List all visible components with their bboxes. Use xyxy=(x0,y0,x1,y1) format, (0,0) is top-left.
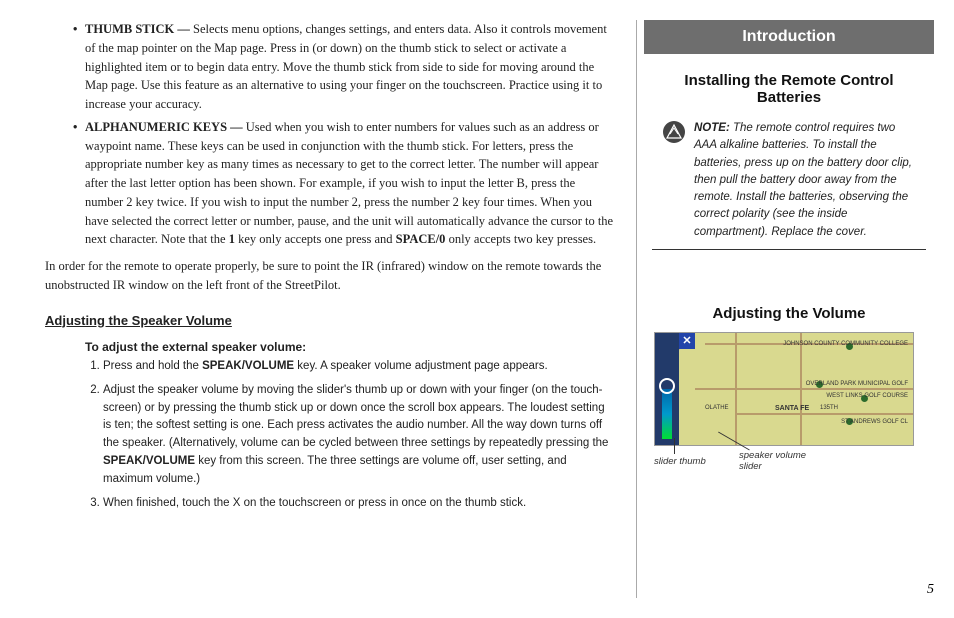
step-1: Press and hold the SPEAK/VOLUME key. A s… xyxy=(103,358,614,376)
map-road xyxy=(735,413,913,415)
bullet-alphanumeric: ALPHANUMERIC KEYS — Used when you wish t… xyxy=(85,118,614,249)
sidebar: Introduction Installing the Remote Contr… xyxy=(644,20,934,598)
map-label: OLATHE xyxy=(705,405,729,411)
warning-icon xyxy=(662,120,686,144)
map-captions: slider thumb speaker volume slider xyxy=(654,448,914,488)
section-header: Introduction xyxy=(644,20,934,54)
batteries-heading: Installing the Remote Control Batteries xyxy=(654,72,924,106)
map-road xyxy=(735,333,737,445)
map-label: JOHNSON COUNTY COMMUNITY COLLEGE xyxy=(783,341,908,347)
main-content: THUMB STICK — Selects menu options, chan… xyxy=(45,20,644,598)
map-label: OVERLAND PARK MUNICIPAL GOLF xyxy=(806,381,908,387)
close-button[interactable]: ✕ xyxy=(679,333,695,349)
map-label: 135TH xyxy=(820,405,838,411)
divider xyxy=(636,20,637,598)
page-number: 5 xyxy=(927,582,934,598)
map-road xyxy=(695,388,913,390)
map-label: ST ANDREWS GOLF CL xyxy=(841,419,908,425)
caption-volume-slider: speaker volume slider xyxy=(739,450,819,472)
key-space0: SPACE/0 xyxy=(396,232,446,246)
step-2: Adjust the speaker volume by moving the … xyxy=(103,382,614,489)
volume-heading-sidebar: Adjusting the Volume xyxy=(654,305,924,322)
map-label: WEST LINKS GOLF COURSE xyxy=(826,393,908,399)
volume-steps: Press and hold the SPEAK/VOLUME key. A s… xyxy=(45,358,614,513)
map-screenshot: JOHNSON COUNTY COMMUNITY COLLEGE OVERLAN… xyxy=(654,332,914,446)
bullet-label: ALPHANUMERIC KEYS — xyxy=(85,120,246,134)
volume-slider-track[interactable] xyxy=(655,333,679,445)
volume-slider-thumb[interactable] xyxy=(659,378,675,394)
map-label: SANTA FE xyxy=(775,405,809,412)
volume-slider-fill xyxy=(662,389,672,439)
bullet-thumbstick: THUMB STICK — Selects menu options, chan… xyxy=(85,20,614,114)
volume-subheading: To adjust the external speaker volume: xyxy=(85,338,614,356)
bullet-text-before: Used when you wish to enter numbers for … xyxy=(85,120,613,247)
volume-heading: Adjusting the Speaker Volume xyxy=(45,311,614,331)
map-road xyxy=(800,333,802,445)
step-3: When finished, touch the X on the touchs… xyxy=(103,495,614,513)
note-box: NOTE: The remote control requires two AA… xyxy=(652,116,926,250)
note-label: NOTE: xyxy=(694,122,730,134)
callout-line xyxy=(674,438,675,454)
bullet-text-after: only accepts two key presses. xyxy=(445,232,596,246)
bullet-text-mid: key only accepts one press and xyxy=(235,232,396,246)
note-text: NOTE: The remote control requires two AA… xyxy=(694,120,916,241)
ir-instruction: In order for the remote to operate prope… xyxy=(45,257,614,295)
note-body: The remote control requires two AAA alka… xyxy=(694,122,912,238)
caption-slider-thumb: slider thumb xyxy=(654,456,706,467)
bullet-label: THUMB STICK — xyxy=(85,22,193,36)
feature-bullets: THUMB STICK — Selects menu options, chan… xyxy=(45,20,614,249)
